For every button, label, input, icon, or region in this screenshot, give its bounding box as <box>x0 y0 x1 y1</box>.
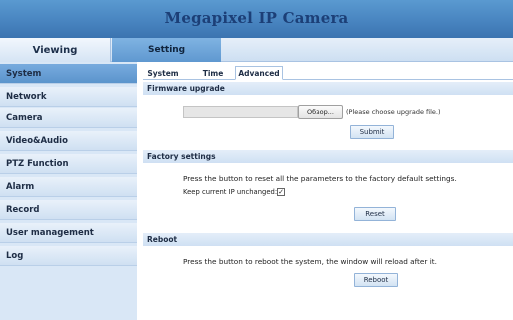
sidebar-item-video-audio[interactable]: Video&Audio <box>0 131 137 151</box>
firmware-upgrade-header: Firmware upgrade <box>143 82 513 95</box>
firmware-file-input[interactable] <box>183 106 298 118</box>
factory-description: Press the button to reset all the parame… <box>183 174 457 183</box>
check-mark-icon: ✓ <box>278 188 284 196</box>
tab-setting[interactable]: Setting <box>112 38 221 62</box>
subtab-system[interactable]: System <box>143 66 183 80</box>
sidebar-item-user-management[interactable]: User management <box>0 223 137 243</box>
keep-ip-checkbox[interactable]: ✓ <box>277 188 285 196</box>
app-header: Megapixel IP Camera <box>0 0 513 38</box>
subtab-time[interactable]: Time <box>198 66 228 80</box>
browse-button[interactable]: Обзор... <box>298 105 343 119</box>
submit-button[interactable]: Submit <box>350 125 394 139</box>
reboot-button[interactable]: Reboot <box>354 273 398 287</box>
subtab-advanced[interactable]: Advanced <box>235 66 283 80</box>
sidebar: System Network Camera Video&Audio PTZ Fu… <box>0 62 137 320</box>
reboot-header: Reboot <box>143 233 513 246</box>
sub-tab-bar: System Time Advanced <box>143 64 513 80</box>
sidebar-item-ptz-function[interactable]: PTZ Function <box>0 154 137 174</box>
sidebar-item-camera[interactable]: Camera <box>0 108 137 128</box>
sidebar-item-alarm[interactable]: Alarm <box>0 177 137 197</box>
top-tab-bar: Viewing Setting <box>0 38 513 62</box>
tab-viewing[interactable]: Viewing <box>0 38 111 62</box>
main-content: System Time Advanced Firmware upgrade Об… <box>143 62 513 320</box>
reboot-description: Press the button to reboot the system, t… <box>183 257 437 266</box>
factory-settings-header: Factory settings <box>143 150 513 163</box>
app-title: Megapixel IP Camera <box>164 9 349 27</box>
upgrade-hint: (Please choose upgrade file.) <box>346 108 441 116</box>
sidebar-item-network[interactable]: Network <box>0 87 137 107</box>
keep-ip-label: Keep current IP unchanged: <box>183 188 278 196</box>
sidebar-item-log[interactable]: Log <box>0 246 137 266</box>
sidebar-item-record[interactable]: Record <box>0 200 137 220</box>
reset-button[interactable]: Reset <box>354 207 396 221</box>
sidebar-item-system[interactable]: System <box>0 64 137 84</box>
